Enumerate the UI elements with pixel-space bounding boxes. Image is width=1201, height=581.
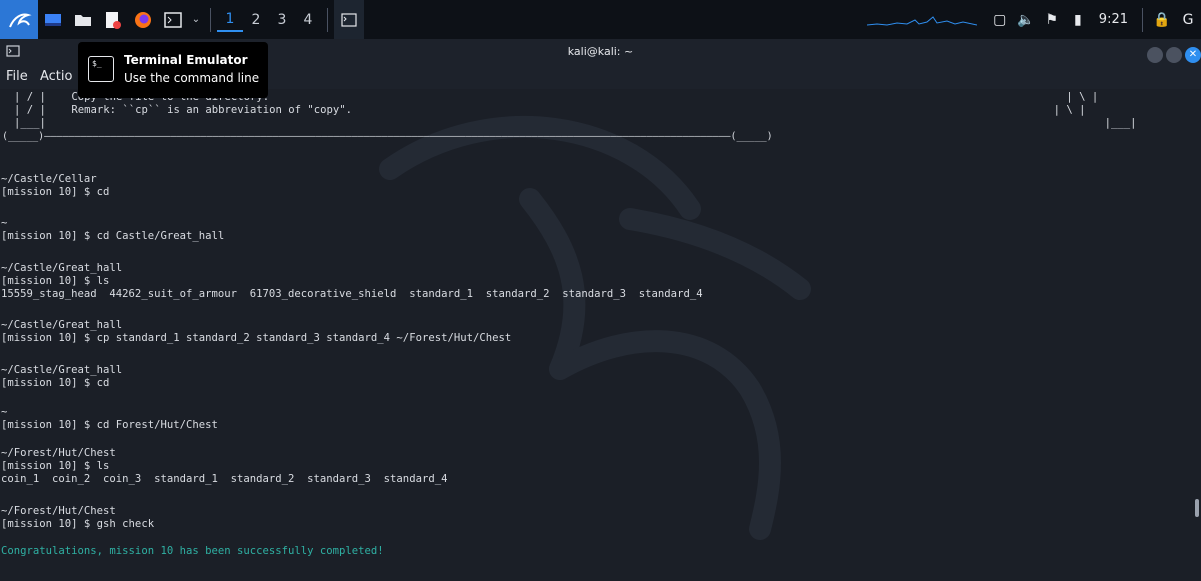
firefox-icon xyxy=(135,11,151,28)
battery-icon[interactable]: ▮ xyxy=(1065,0,1091,39)
terminal-line: [mission 10] $ gsh check xyxy=(1,518,155,530)
panel-separator xyxy=(1142,7,1143,32)
desktop-icon xyxy=(45,13,61,26)
close-button[interactable]: ✕ xyxy=(1185,47,1201,63)
workspace-3[interactable]: 3 xyxy=(269,12,295,28)
top-panel: ⌄ 1 2 3 4 ▢ 🔈 ⚑ ▮ 9:21 🔒 G xyxy=(0,0,1201,39)
terminal-line: ~/Castle/Cellar xyxy=(1,173,97,185)
terminal-line: |___| |___| xyxy=(14,117,1137,129)
firefox-launcher[interactable] xyxy=(128,0,158,39)
terminal-line: ~ xyxy=(1,406,8,418)
lock-icon[interactable]: 🔒 xyxy=(1149,0,1175,39)
launcher-dropdown-button[interactable]: ⌄ xyxy=(188,0,204,39)
terminal-icon xyxy=(341,12,357,27)
tooltip-title: Terminal Emulator xyxy=(124,53,248,67)
terminal-content[interactable]: | / | Copy the file to the directory. | … xyxy=(0,89,1201,581)
kali-dragon-icon xyxy=(9,13,32,27)
menu-file[interactable]: File xyxy=(6,69,28,84)
maximize-button[interactable] xyxy=(1166,47,1182,63)
terminal-line: [mission 10] $ ls xyxy=(1,460,110,472)
terminal-line: [mission 10] $ cd Forest/Hut/Chest xyxy=(1,419,218,431)
tooltip-subtitle: Use the command line xyxy=(124,71,260,85)
file-manager-launcher[interactable] xyxy=(68,0,98,39)
terminal-line: (_____)—————————————————————————————————… xyxy=(2,131,773,142)
terminal-line: [mission 10] $ ls xyxy=(1,275,110,287)
terminal-line: ~/Forest/Hut/Chest xyxy=(1,505,116,517)
panel-separator xyxy=(327,7,328,32)
terminal-line: | / | Remark: ``cp`` is an abbreviation … xyxy=(14,104,1086,116)
notification-bell-icon[interactable]: ⚑ xyxy=(1039,0,1065,39)
terminal-emulator-icon: $_ xyxy=(88,56,114,82)
chevron-down-icon: ⌄ xyxy=(191,14,201,25)
close-icon: ✕ xyxy=(1188,49,1198,60)
clock[interactable]: 9:21 xyxy=(1091,12,1136,27)
text-editor-launcher[interactable] xyxy=(98,0,128,39)
text-editor-icon xyxy=(106,11,121,29)
menu-actions[interactable]: Actio xyxy=(40,69,72,84)
terminal-launcher[interactable] xyxy=(158,0,188,39)
volume-icon[interactable]: 🔈 xyxy=(1013,0,1039,39)
terminal-line: ~/Castle/Great_hall xyxy=(1,319,123,331)
success-message: Congratulations, mission 10 has been suc… xyxy=(1,545,384,557)
terminal-line: ~/Forest/Hut/Chest xyxy=(1,447,116,459)
workspace-2[interactable]: 2 xyxy=(243,12,269,28)
terminal-line: ~/Castle/Great_hall xyxy=(1,364,123,376)
terminal-line: [mission 10] $ cd xyxy=(1,377,110,389)
workspace-1[interactable]: 1 xyxy=(217,8,243,32)
terminal-line: ~ xyxy=(1,217,8,229)
folder-icon xyxy=(75,14,91,26)
display-icon[interactable]: ▢ xyxy=(987,0,1013,39)
panel-separator xyxy=(210,7,211,32)
power-icon[interactable]: G xyxy=(1175,0,1201,39)
launcher-tooltip: $_ Terminal Emulator Use the command lin… xyxy=(78,42,268,98)
terminal-line: [mission 10] $ cd Castle/Great_hall xyxy=(1,230,225,242)
terminal-scrollbar[interactable] xyxy=(1195,499,1199,517)
terminal-line: [mission 10] $ cp standard_1 standard_2 … xyxy=(1,332,512,344)
kali-menu-button[interactable] xyxy=(0,0,38,39)
taskbar-terminal-window[interactable] xyxy=(334,0,364,39)
minimize-button[interactable] xyxy=(1147,47,1163,63)
show-desktop-button[interactable] xyxy=(38,0,68,39)
terminal-line: [mission 10] $ cd xyxy=(1,186,110,198)
workspace-4[interactable]: 4 xyxy=(295,12,321,28)
terminal-line: coin_1 coin_2 coin_3 standard_1 standard… xyxy=(1,473,448,485)
cpu-graph-icon[interactable] xyxy=(866,14,977,26)
terminal-line: 15559_stag_head 44262_suit_of_armour 617… xyxy=(1,288,703,300)
terminal-icon xyxy=(164,11,182,28)
system-tray: ▢ 🔈 ⚑ ▮ 9:21 🔒 G xyxy=(866,0,1201,39)
terminal-line: ~/Castle/Great_hall xyxy=(1,262,123,274)
